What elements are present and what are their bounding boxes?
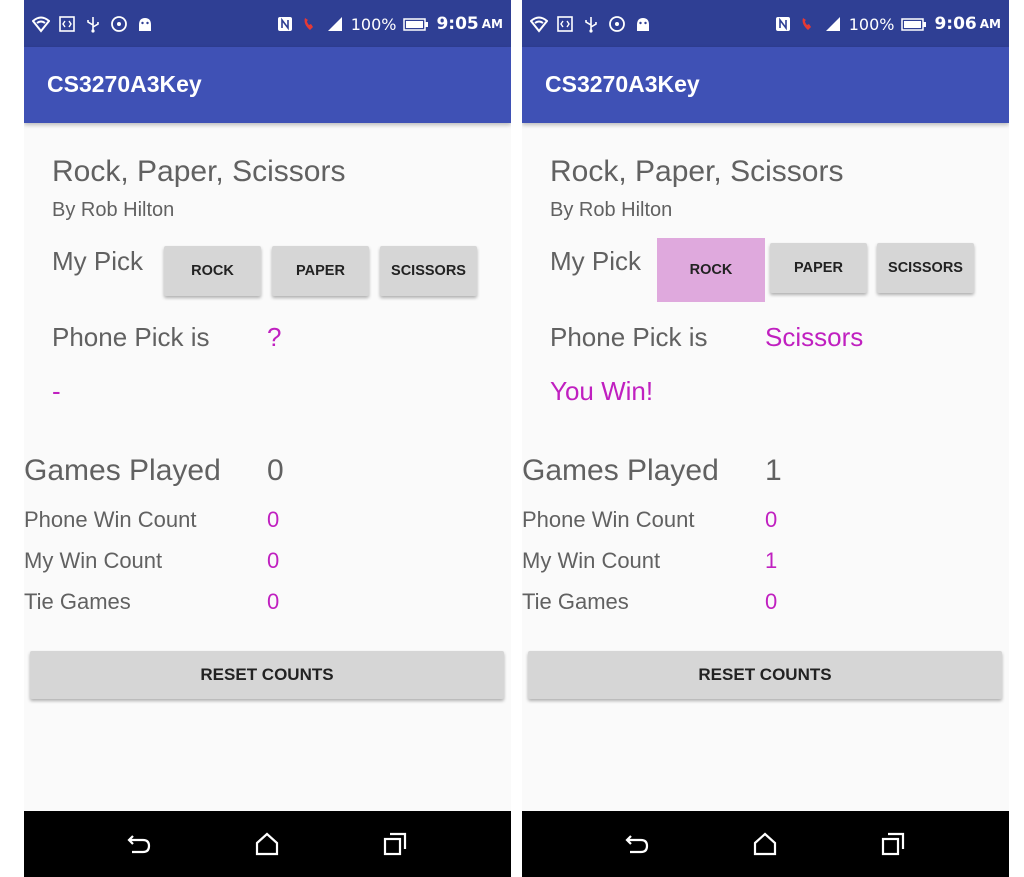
battery-icon [403,15,429,33]
games-played-label: Games Played [522,454,719,487]
phone-screen-left: 100% 9:05 AM CS3270A3Key Rock, Paper, Sc… [24,0,511,877]
author-label: By Rob Hilton [550,199,673,221]
phone-win-label: Phone Win Count [522,507,695,532]
nfc-icon [276,15,294,33]
call-icon [799,15,817,33]
back-icon[interactable] [124,829,154,859]
my-pick-label: My Pick [550,246,641,276]
tie-games-label: Tie Games [522,589,629,614]
tie-games-label: Tie Games [24,589,131,614]
call-icon [301,15,319,33]
battery-percent: 100% [848,14,895,34]
wifi-icon [32,15,50,33]
sync-icon [110,15,128,33]
my-win-value: 1 [765,548,778,573]
signal-icon [824,15,842,33]
result-text: - [52,376,61,406]
games-played-label: Games Played [24,454,221,487]
my-win-label: My Win Count [522,548,661,573]
phone-win-label: Phone Win Count [24,507,197,532]
phone-win-value: 0 [267,507,280,532]
code-icon [58,15,76,33]
rock-button[interactable]: ROCK [164,246,261,296]
phone-win-value: 0 [765,507,778,532]
my-win-value: 0 [267,548,280,573]
phone-pick-value: Scissors [765,322,864,352]
navigation-bar [24,811,511,877]
my-pick-label: My Pick [52,246,143,276]
recent-apps-icon[interactable] [878,829,908,859]
battery-percent: 100% [350,14,397,34]
signal-icon [326,15,344,33]
navigation-bar [522,811,1009,877]
app-bar: CS3270A3Key [24,47,511,123]
android-icon [136,15,154,33]
back-icon[interactable] [622,829,652,859]
clock-time: 9:06 [934,14,977,34]
app-title: CS3270A3Key [545,71,700,97]
usb-icon [84,15,102,33]
tie-games-value: 0 [765,589,778,614]
phone-pick-label: Phone Pick is [550,322,708,352]
result-text: You Win! [550,376,654,406]
paper-button[interactable]: PAPER [272,246,369,296]
game-title: Rock, Paper, Scissors [550,155,844,188]
paper-button[interactable]: PAPER [770,243,867,293]
phone-screen-right: 100% 9:06 AM CS3270A3Key Rock, Paper, Sc… [522,0,1009,877]
status-bar: 100% 9:05 AM [24,0,511,47]
home-icon[interactable] [750,829,780,859]
my-win-label: My Win Count [24,548,163,573]
tie-games-value: 0 [267,589,280,614]
reset-counts-button[interactable]: RESET COUNTS [30,651,504,699]
clock-ampm: AM [979,17,1001,31]
phone-pick-value: ? [267,322,282,352]
reset-counts-button[interactable]: RESET COUNTS [528,651,1002,699]
rock-button[interactable]: ROCK [657,238,765,302]
code-icon [556,15,574,33]
games-played-value: 0 [267,454,284,487]
battery-icon [901,15,927,33]
home-icon[interactable] [252,829,282,859]
clock-ampm: AM [481,17,503,31]
status-bar: 100% 9:06 AM [522,0,1009,47]
scissors-button[interactable]: SCISSORS [877,243,974,293]
clock-time: 9:05 [436,14,479,34]
game-title: Rock, Paper, Scissors [52,155,346,188]
phone-pick-label: Phone Pick is [52,322,210,352]
usb-icon [582,15,600,33]
android-icon [634,15,652,33]
app-title: CS3270A3Key [47,71,202,97]
recent-apps-icon[interactable] [380,829,410,859]
games-played-value: 1 [765,454,782,487]
wifi-icon [530,15,548,33]
scissors-button[interactable]: SCISSORS [380,246,477,296]
sync-icon [608,15,626,33]
app-bar: CS3270A3Key [522,47,1009,123]
author-label: By Rob Hilton [52,199,175,221]
nfc-icon [774,15,792,33]
